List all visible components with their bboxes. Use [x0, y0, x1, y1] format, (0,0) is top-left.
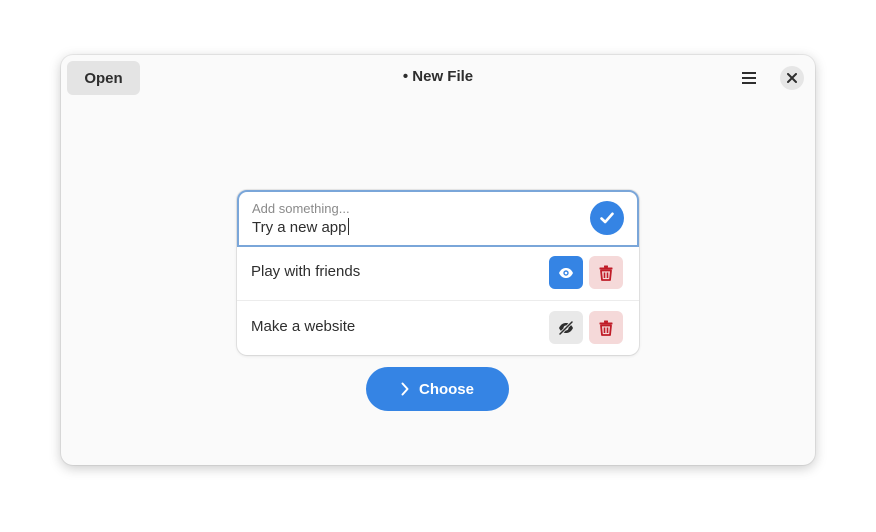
entry-text: Try a new app — [252, 219, 347, 236]
trash-icon — [599, 265, 613, 281]
task-row: Make a website — [237, 300, 639, 355]
task-list: Add something... Try a new app Play with… — [237, 190, 639, 355]
delete-button[interactable] — [589, 256, 623, 289]
close-icon — [787, 73, 797, 83]
text-caret — [347, 218, 349, 235]
task-row: Play with friends — [237, 245, 639, 301]
entry-input[interactable]: Try a new app — [252, 218, 349, 236]
checkmark-icon — [600, 212, 614, 224]
eye-icon — [559, 267, 573, 278]
eye-slash-icon — [558, 320, 574, 335]
chevron-right-icon — [401, 382, 409, 396]
delete-button[interactable] — [589, 311, 623, 344]
confirm-button[interactable] — [590, 201, 624, 235]
task-label: Make a website — [251, 318, 356, 335]
window-title: • New File — [402, 68, 474, 85]
close-button[interactable] — [780, 66, 804, 90]
trash-icon — [599, 320, 613, 336]
choose-button-label: Choose — [418, 380, 474, 398]
hamburger-menu-icon — [742, 72, 756, 84]
task-label: Play with friends — [251, 263, 361, 280]
header-bar: Open • New File — [61, 55, 815, 101]
visibility-toggle-button[interactable] — [549, 256, 583, 289]
visibility-toggle-button[interactable] — [549, 311, 583, 344]
entry-placeholder: Add something... — [252, 201, 350, 216]
app-window: Open • New File Add something... Try a n… — [61, 55, 815, 465]
choose-button[interactable]: Choose — [366, 367, 509, 411]
main-menu-button[interactable] — [735, 64, 763, 92]
task-entry[interactable]: Add something... Try a new app — [237, 190, 639, 247]
